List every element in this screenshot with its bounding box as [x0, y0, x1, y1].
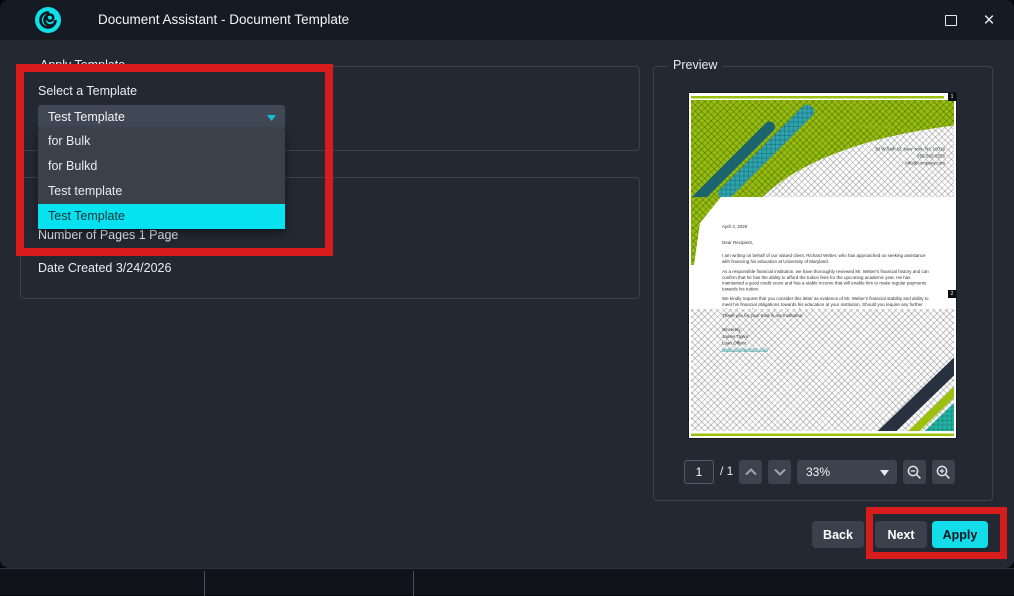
page-badge: 1	[948, 93, 956, 101]
doc-sender-link: www.companysite.com	[722, 347, 768, 352]
doc-bottom-accent-bar	[691, 433, 954, 436]
template-select[interactable]: Test Template	[38, 105, 285, 129]
dropdown-option[interactable]: Test template	[38, 179, 285, 204]
dialog-window: Document Assistant - Document Template ×…	[0, 0, 1014, 568]
background-window-strip	[0, 568, 1014, 596]
preview-groupbox: Preview 1 COMPANY 30 W 54th St, New York…	[653, 58, 993, 501]
chevron-down-icon	[880, 470, 889, 476]
maximize-button[interactable]	[932, 0, 970, 40]
doc-letterhead: COMPANY 30 W 54th St, New York, NY 10019…	[691, 100, 954, 197]
dropdown-option-highlighted[interactable]: Test Template	[38, 204, 285, 229]
doc-company-logo: COMPANY	[854, 124, 890, 130]
doc-signoff: Sincerely,	[722, 327, 742, 332]
zoom-level-value: 33%	[806, 465, 831, 479]
preview-legend: Preview	[668, 58, 723, 72]
chevron-down-icon	[773, 468, 786, 476]
chevron-down-icon	[267, 115, 276, 121]
doc-footer-area: Thank you for your trust in our institut…	[691, 309, 954, 431]
maximize-icon	[945, 14, 957, 26]
zoom-out-button[interactable]	[903, 460, 926, 484]
doc-sender-name: James Taylor	[722, 334, 749, 339]
next-button[interactable]: Next	[875, 521, 927, 548]
previous-page-button[interactable]	[739, 460, 762, 484]
zoom-out-icon	[907, 465, 921, 479]
document-preview-page[interactable]: 1 COMPANY 30 W 54th St, New York, NY 100…	[689, 93, 956, 438]
doc-salutation: Dear Recipient,	[722, 240, 754, 245]
apply-button[interactable]: Apply	[932, 521, 988, 548]
number-of-pages-text: Number of Pages 1 Page	[38, 228, 179, 242]
template-select-value: Test Template	[48, 110, 125, 124]
select-template-label: Select a Template	[38, 84, 138, 98]
back-button[interactable]: Back	[812, 521, 864, 548]
apply-template-legend: Apply Template	[35, 58, 131, 72]
dropdown-option[interactable]: for Bulkd	[38, 154, 285, 179]
close-icon: ×	[983, 9, 995, 31]
page-number-input[interactable]	[684, 460, 714, 484]
chevron-up-icon	[744, 468, 757, 476]
doc-closing: Thank you for your trust in our institut…	[722, 313, 804, 318]
doc-sender-title: Loan Officer	[722, 340, 747, 346]
page-total-label: / 1	[720, 464, 734, 478]
template-dropdown-list: for Bulk for Bulkd Test template Test Te…	[38, 129, 285, 229]
date-created-text: Date Created 3/24/2026	[38, 261, 172, 275]
zoom-in-button[interactable]	[932, 460, 955, 484]
strip-divider	[413, 571, 414, 596]
doc-paragraph: As a responsible financial institution, …	[722, 269, 929, 292]
strip-divider	[204, 571, 205, 596]
zoom-in-icon	[936, 465, 950, 479]
doc-top-accent-bar	[691, 96, 944, 99]
page-badge: 2	[948, 290, 956, 298]
zoom-level-select[interactable]: 33%	[797, 460, 897, 484]
doc-paragraph: I am writing on behalf of our valued cli…	[722, 253, 926, 264]
doc-date: April 3, 2020	[722, 224, 748, 229]
title-bar: Document Assistant - Document Template ×	[0, 0, 1014, 40]
close-button[interactable]: ×	[970, 0, 1008, 40]
next-page-button[interactable]	[768, 460, 791, 484]
app-logo-icon	[35, 7, 61, 33]
dropdown-option[interactable]: for Bulk	[38, 129, 285, 154]
doc-address-block: 30 W 54th St, New York, NY 10019 555-555…	[875, 146, 945, 166]
window-title: Document Assistant - Document Template	[98, 12, 350, 27]
doc-green-wedge	[691, 197, 721, 265]
